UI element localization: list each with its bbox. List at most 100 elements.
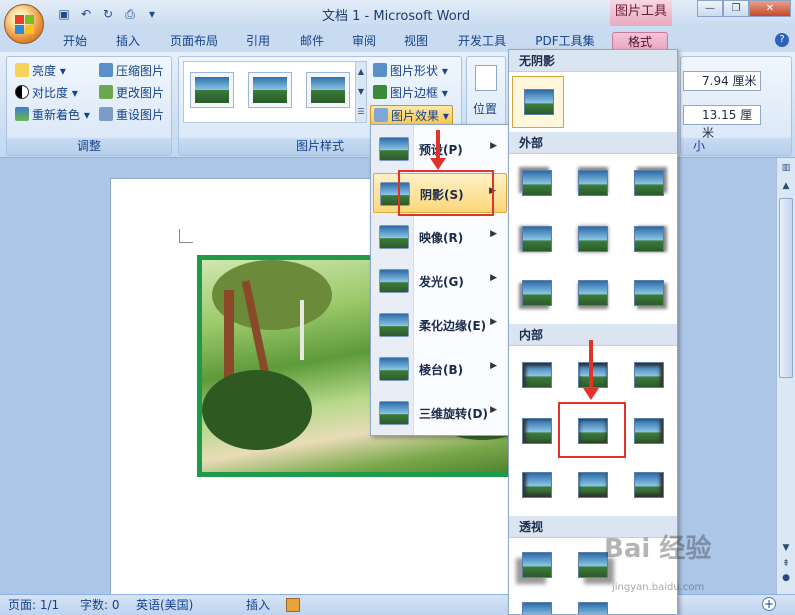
inner-shadow-option[interactable] xyxy=(511,406,563,458)
office-logo-icon xyxy=(15,15,35,35)
outer-shadow-option[interactable] xyxy=(567,158,619,210)
style-thumb-3[interactable] xyxy=(306,72,350,108)
shadow-none-option[interactable] xyxy=(512,76,564,128)
outer-shadow-option[interactable] xyxy=(567,214,619,266)
inner-shadow-option[interactable] xyxy=(511,460,563,512)
section-no-shadow: 无阴影 xyxy=(509,50,677,72)
perspective-shadow-option[interactable] xyxy=(511,540,563,592)
contrast-button[interactable]: 对比度 ▾ xyxy=(15,83,78,103)
menu-item-label: 发光(G) xyxy=(419,275,464,289)
outer-shadow-option[interactable] xyxy=(623,268,675,320)
submenu-arrow-icon: ▶ xyxy=(490,405,497,415)
reset-picture-button[interactable]: 重设图片 xyxy=(99,105,164,125)
reset-picture-label: 重设图片 xyxy=(116,108,165,122)
perspective-shadow-option[interactable] xyxy=(567,590,619,614)
adjust-group-label: 调整 xyxy=(7,138,171,155)
tab-references[interactable]: 引用 xyxy=(240,32,276,52)
menu-item-glow[interactable]: 发光(G) ▶ xyxy=(373,261,507,301)
change-picture-button[interactable]: 更改图片 xyxy=(99,83,164,103)
brightness-button[interactable]: 亮度 ▾ xyxy=(15,61,66,81)
position-button[interactable]: 位置 xyxy=(473,99,497,119)
perspective-shadow-option[interactable] xyxy=(511,590,563,614)
tab-insert[interactable]: 插入 xyxy=(110,32,146,52)
vertical-scrollbar[interactable]: ▥ ▲ ▼ ⇞ ● xyxy=(776,158,795,594)
scroll-down-arrow[interactable]: ▼ xyxy=(780,542,792,554)
help-icon[interactable]: ? xyxy=(775,33,789,47)
menu-item-label: 柔化边缘(E) xyxy=(419,319,487,333)
outer-shadow-option[interactable] xyxy=(511,268,563,320)
highlight-box-inner-center xyxy=(558,402,626,458)
compress-pictures-button[interactable]: 压缩图片 xyxy=(99,61,164,81)
outer-shadow-option[interactable] xyxy=(511,214,563,266)
annotation-arrow-inner xyxy=(583,340,599,400)
style-thumb-1[interactable] xyxy=(190,72,234,108)
minimize-button[interactable]: — xyxy=(697,0,723,17)
picture-shape-button[interactable]: 图片形状 ▾ xyxy=(373,61,448,81)
print-preview-icon[interactable]: ⎙ xyxy=(122,6,138,22)
preset-icon xyxy=(379,137,409,161)
save-icon[interactable]: ▣ xyxy=(56,6,72,22)
macro-record-icon[interactable] xyxy=(286,598,300,612)
inner-shadow-option[interactable] xyxy=(567,460,619,512)
tab-developer[interactable]: 开发工具 xyxy=(452,32,512,52)
status-language[interactable]: 英语(美国) xyxy=(136,595,193,615)
outer-shadow-option[interactable] xyxy=(567,268,619,320)
outer-shadow-option[interactable] xyxy=(623,158,675,210)
submenu-arrow-icon: ▶ xyxy=(490,317,497,327)
size-group: 7.94 厘米 13.15 厘米 小 xyxy=(680,56,792,156)
tab-home[interactable]: 开始 xyxy=(56,32,94,52)
customize-qat-icon[interactable]: ▾ xyxy=(144,6,160,22)
picture-effects-button[interactable]: 图片效果 ▾ xyxy=(370,105,453,125)
style-thumb-2[interactable] xyxy=(248,72,292,108)
tab-view[interactable]: 视图 xyxy=(398,32,434,52)
menu-item-label: 三维旋转(D) xyxy=(419,407,488,421)
width-field[interactable]: 13.15 厘米 xyxy=(683,105,761,140)
tab-review[interactable]: 审阅 xyxy=(346,32,382,52)
inner-shadow-option[interactable] xyxy=(511,350,563,402)
brightness-label: 亮度 xyxy=(32,64,57,78)
picture-styles-gallery xyxy=(183,61,363,123)
menu-item-soft-edges[interactable]: 柔化边缘(E) ▶ xyxy=(373,305,507,345)
menu-item-3d-rotation[interactable]: 三维旋转(D) ▶ xyxy=(373,393,507,433)
inner-shadow-option[interactable] xyxy=(623,406,675,458)
status-words[interactable]: 字数: 0 xyxy=(80,595,120,615)
change-picture-icon xyxy=(99,85,113,99)
height-field[interactable]: 7.94 厘米 xyxy=(683,71,761,91)
status-page[interactable]: 页面: 1/1 xyxy=(8,595,59,615)
menu-item-reflection[interactable]: 映像(R) ▶ xyxy=(373,217,507,257)
tab-mailings[interactable]: 邮件 xyxy=(294,32,330,52)
title-bar: ▣ ↶ ↻ ⎙ ▾ 文档 1 - Microsoft Word 图片工具 — ❐… xyxy=(0,0,795,28)
gallery-scroll[interactable]: ▲ ▼ ☰ xyxy=(355,61,367,123)
picture-border-icon xyxy=(373,85,387,99)
undo-icon[interactable]: ↶ xyxy=(78,6,94,22)
ruler-toggle-icon[interactable]: ▥ xyxy=(780,162,792,174)
reset-picture-icon xyxy=(99,107,113,121)
inner-shadow-option[interactable] xyxy=(623,460,675,512)
select-browse-icon[interactable]: ● xyxy=(780,572,792,584)
glow-icon xyxy=(379,269,409,293)
menu-item-label: 棱台(B) xyxy=(419,363,464,377)
picture-shape-icon xyxy=(373,63,387,77)
scroll-up-arrow[interactable]: ▲ xyxy=(780,180,792,192)
compress-icon xyxy=(99,63,113,77)
change-picture-label: 更改图片 xyxy=(116,86,165,100)
picture-border-button[interactable]: 图片边框 ▾ xyxy=(373,83,448,103)
outer-shadow-option[interactable] xyxy=(511,158,563,210)
inner-shadow-option[interactable] xyxy=(623,350,675,402)
recolor-button[interactable]: 重新着色 ▾ xyxy=(15,105,90,125)
menu-item-bevel[interactable]: 棱台(B) ▶ xyxy=(373,349,507,389)
scroll-thumb[interactable] xyxy=(779,198,793,378)
brightness-icon xyxy=(15,63,29,77)
office-button[interactable] xyxy=(4,4,44,44)
prev-page-icon[interactable]: ⇞ xyxy=(780,558,792,570)
close-button[interactable]: ✕ xyxy=(749,0,791,17)
quick-access-toolbar: ▣ ↶ ↻ ⎙ ▾ xyxy=(56,6,160,22)
redo-icon[interactable]: ↻ xyxy=(100,6,116,22)
status-mode[interactable]: 插入 xyxy=(246,595,270,615)
picture-border-label: 图片边框 xyxy=(390,86,439,100)
zoom-in-icon[interactable]: + xyxy=(762,597,776,611)
tab-page-layout[interactable]: 页面布局 xyxy=(164,32,224,52)
adjust-group: 亮度 ▾ 对比度 ▾ 重新着色 ▾ 压缩图片 更改图片 重设图片 调整 xyxy=(6,56,172,156)
outer-shadow-option[interactable] xyxy=(623,214,675,266)
restore-button[interactable]: ❐ xyxy=(723,0,749,17)
